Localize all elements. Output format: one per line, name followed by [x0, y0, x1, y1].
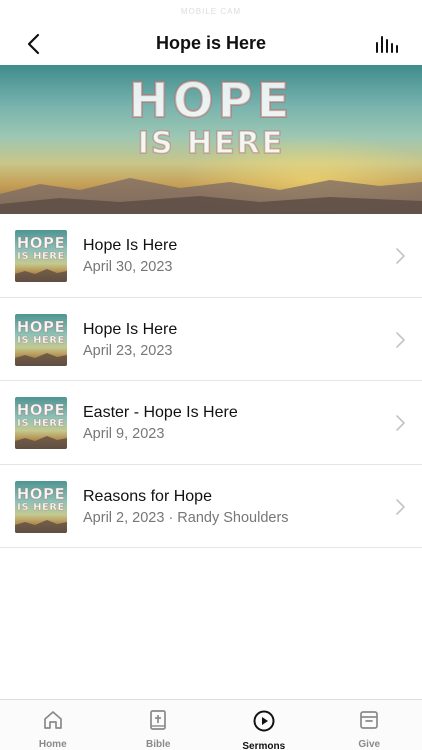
sermon-text: Hope Is Here April 23, 2023	[83, 320, 177, 360]
sermon-row[interactable]: HOPE IS HERE Reasons for Hope April 2, 2…	[0, 465, 422, 548]
tab-bible[interactable]: Bible	[106, 700, 212, 750]
sermon-list: HOPE IS HERE Hope Is Here April 30, 2023…	[0, 214, 422, 548]
sermon-thumbnail: HOPE IS HERE	[15, 313, 67, 366]
sermon-subtitle: April 23, 2023	[83, 342, 173, 359]
sermon-thumbnail: HOPE IS HERE	[15, 397, 67, 449]
thumbnail-hills	[15, 269, 67, 282]
back-button[interactable]	[18, 30, 48, 58]
thumbnail-title-line1: HOPE	[16, 317, 66, 336]
sermon-thumbnail: HOPE IS HERE	[15, 230, 67, 282]
thumbnail-title-line2: IS HERE	[17, 334, 65, 346]
tab-give[interactable]: Give	[317, 700, 422, 750]
chevron-right-icon	[396, 248, 405, 264]
sermon-title: Hope Is Here	[83, 320, 178, 338]
page-title: Hope is Here	[155, 33, 267, 53]
home-icon	[41, 709, 65, 731]
thumbnail-title-line1: HOPE	[16, 401, 66, 419]
sermon-title: Easter - Hope Is Here	[83, 404, 238, 421]
sermon-subtitle: April 30, 2023	[83, 259, 173, 275]
sermon-text: Reasons for Hope April 2, 2023 · Randy S…	[83, 487, 289, 527]
chevron-right-icon	[396, 498, 405, 515]
hero-title-line2: IS HERE	[137, 126, 285, 162]
chevron-left-icon	[27, 33, 40, 55]
archive-box-icon	[357, 709, 381, 731]
hero-title-line1: HOPE	[128, 73, 294, 129]
hero-title-art: HOPE IS HERE	[0, 73, 422, 162]
series-hero-image: HOPE IS HERE	[0, 65, 422, 214]
tab-sermons[interactable]: Sermons	[211, 700, 317, 750]
sermon-title: Hope Is Here	[83, 237, 178, 254]
sermon-text: Easter - Hope Is Here April 9, 2023	[83, 403, 238, 443]
sermon-row[interactable]: HOPE IS HERE Hope Is Here April 30, 2023	[0, 214, 422, 298]
navigation-bar: Hope is Here	[0, 22, 422, 65]
thumbnail-hills	[15, 519, 67, 533]
sermon-text: Hope Is Here April 30, 2023	[83, 236, 177, 276]
chevron-right-icon	[396, 331, 405, 348]
thumbnail-title-line2: IS HERE	[17, 501, 65, 513]
sermon-subtitle: April 9, 2023	[83, 426, 165, 442]
tab-bible-label: Bible	[146, 739, 171, 750]
hero-mountains	[0, 178, 422, 214]
bible-icon	[146, 709, 170, 731]
thumbnail-title-line2: IS HERE	[17, 418, 65, 429]
status-text: MOBILE CAM	[180, 6, 242, 16]
audio-bars-icon	[376, 36, 398, 53]
thumbnail-hills	[15, 436, 67, 449]
sermon-thumbnail: HOPE IS HERE	[15, 480, 67, 533]
status-bar: MOBILE CAM	[0, 0, 422, 22]
tab-bar: Home Bible Sermons Give	[0, 699, 422, 750]
thumbnail-title-line1: HOPE	[16, 484, 66, 503]
thumbnail-title-line2: IS HERE	[17, 251, 65, 262]
sermon-subtitle: April 2, 2023 · Randy Shoulders	[83, 509, 289, 526]
play-circle-icon	[252, 709, 276, 733]
thumbnail-title-line1: HOPE	[16, 234, 66, 252]
audio-button[interactable]	[374, 32, 402, 56]
thumbnail-hills	[15, 352, 67, 366]
tab-sermons-label: Sermons	[242, 741, 286, 750]
tab-home-label: Home	[38, 739, 67, 750]
sermon-row[interactable]: HOPE IS HERE Easter - Hope Is Here April…	[0, 381, 422, 465]
chevron-right-icon	[396, 415, 405, 431]
sermon-row[interactable]: HOPE IS HERE Hope Is Here April 23, 2023	[0, 298, 422, 381]
sermon-title: Reasons for Hope	[83, 487, 212, 505]
tab-home[interactable]: Home	[0, 700, 106, 750]
tab-give-label: Give	[358, 739, 381, 750]
